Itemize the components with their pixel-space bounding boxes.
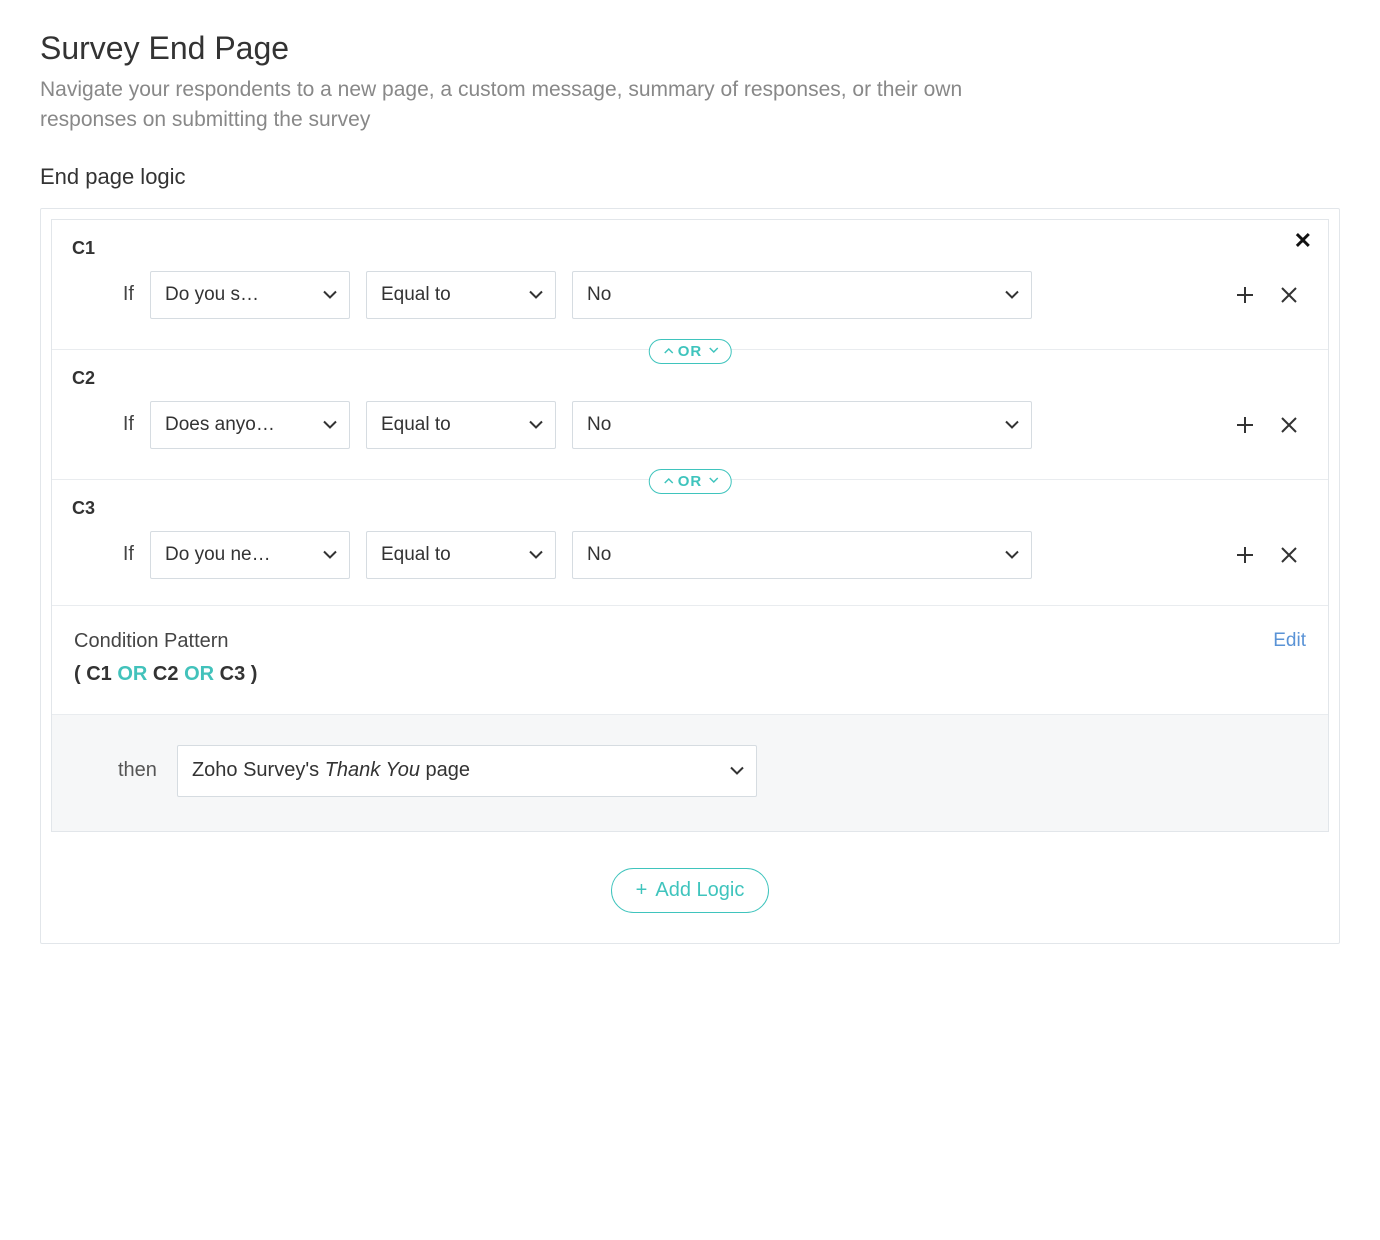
- add-logic-label: Add Logic: [655, 879, 744, 902]
- paren-open: (: [74, 663, 86, 685]
- close-icon[interactable]: ✕: [1294, 230, 1312, 252]
- answer-value: No: [587, 414, 611, 436]
- joiner-label: OR: [678, 343, 703, 360]
- operator-select[interactable]: Equal to: [366, 271, 556, 319]
- row-actions: [1232, 542, 1308, 568]
- question-select[interactable]: Do you ne…: [150, 531, 350, 579]
- logic-card: ✕ C1 If Do you s… Equal to No: [40, 208, 1340, 944]
- page-title: Survey End Page: [40, 30, 1340, 67]
- joiner-chip[interactable]: OR: [649, 469, 732, 494]
- then-block: then Zoho Survey's Thank You page: [52, 714, 1328, 831]
- pattern-token: C1: [86, 663, 112, 685]
- condition-row: If Does anyo… Equal to No: [72, 401, 1308, 449]
- row-actions: [1232, 282, 1308, 308]
- condition-row: If Do you s… Equal to No: [72, 271, 1308, 319]
- chevron-down-icon: [529, 420, 543, 429]
- answer-select[interactable]: No: [572, 401, 1032, 449]
- if-label: If: [112, 413, 134, 436]
- answer-select[interactable]: No: [572, 271, 1032, 319]
- condition-block: ✕ C1 If Do you s… Equal to No: [52, 220, 1328, 349]
- plus-icon[interactable]: [1232, 282, 1258, 308]
- pattern-or: OR: [117, 663, 147, 685]
- then-value: Zoho Survey's Thank You page: [192, 759, 470, 782]
- operator-select[interactable]: Equal to: [366, 531, 556, 579]
- chevron-down-icon: [708, 477, 716, 485]
- question-value: Does anyo…: [165, 414, 275, 436]
- condition-pattern-block: Condition Pattern ( C1 OR C2 OR C3 ) Edi…: [52, 605, 1328, 714]
- chevron-down-icon: [323, 420, 337, 429]
- remove-icon[interactable]: [1276, 542, 1302, 568]
- answer-select[interactable]: No: [572, 531, 1032, 579]
- pattern-token: C2: [153, 663, 179, 685]
- joiner-label: OR: [678, 473, 703, 490]
- plus-icon[interactable]: [1232, 542, 1258, 568]
- operator-value: Equal to: [381, 284, 451, 306]
- chevron-down-icon: [708, 347, 716, 355]
- question-select[interactable]: Do you s…: [150, 271, 350, 319]
- chevron-down-icon: [1005, 420, 1019, 429]
- chevron-up-icon: [664, 347, 672, 355]
- question-value: Do you ne…: [165, 544, 271, 566]
- plus-icon: +: [636, 880, 648, 900]
- plus-icon[interactable]: [1232, 412, 1258, 438]
- chevron-down-icon: [323, 290, 337, 299]
- chevron-down-icon: [529, 550, 543, 559]
- chevron-down-icon: [1005, 550, 1019, 559]
- condition-pattern-label: Condition Pattern: [74, 630, 257, 653]
- then-select[interactable]: Zoho Survey's Thank You page: [177, 745, 757, 797]
- row-actions: [1232, 412, 1308, 438]
- operator-value: Equal to: [381, 544, 451, 566]
- then-value-suffix: page: [420, 759, 470, 781]
- condition-block: C2 If Does anyo… Equal to No: [52, 349, 1328, 479]
- chevron-down-icon: [323, 550, 337, 559]
- if-label: If: [112, 543, 134, 566]
- add-logic-button[interactable]: + Add Logic: [611, 868, 770, 913]
- question-value: Do you s…: [165, 284, 259, 306]
- operator-select[interactable]: Equal to: [366, 401, 556, 449]
- remove-icon[interactable]: [1276, 282, 1302, 308]
- logic-inner-card: ✕ C1 If Do you s… Equal to No: [51, 219, 1329, 832]
- chevron-down-icon: [529, 290, 543, 299]
- paren-close: ): [245, 663, 257, 685]
- condition-id: C3: [72, 498, 1308, 519]
- pattern-token: C3: [220, 663, 246, 685]
- operator-value: Equal to: [381, 414, 451, 436]
- chevron-up-icon: [664, 477, 672, 485]
- edit-link[interactable]: Edit: [1273, 630, 1306, 652]
- add-logic-container: + Add Logic: [41, 842, 1339, 943]
- question-select[interactable]: Does anyo…: [150, 401, 350, 449]
- chevron-down-icon: [1005, 290, 1019, 299]
- joiner-chip[interactable]: OR: [649, 339, 732, 364]
- if-label: If: [112, 283, 134, 306]
- condition-pattern-expression: ( C1 OR C2 OR C3 ): [74, 663, 257, 686]
- chevron-down-icon: [730, 766, 744, 775]
- answer-value: No: [587, 544, 611, 566]
- page-description: Navigate your respondents to a new page,…: [40, 75, 1060, 136]
- section-label: End page logic: [40, 164, 1340, 190]
- pattern-or: OR: [184, 663, 214, 685]
- condition-id: C2: [72, 368, 1308, 389]
- condition-row: If Do you ne… Equal to No: [72, 531, 1308, 579]
- then-label: then: [74, 759, 157, 782]
- remove-icon[interactable]: [1276, 412, 1302, 438]
- condition-block: C3 If Do you ne… Equal to No: [52, 479, 1328, 605]
- answer-value: No: [587, 284, 611, 306]
- then-value-italic: Thank You: [325, 759, 420, 781]
- condition-id: C1: [72, 238, 1308, 259]
- then-value-prefix: Zoho Survey's: [192, 759, 325, 781]
